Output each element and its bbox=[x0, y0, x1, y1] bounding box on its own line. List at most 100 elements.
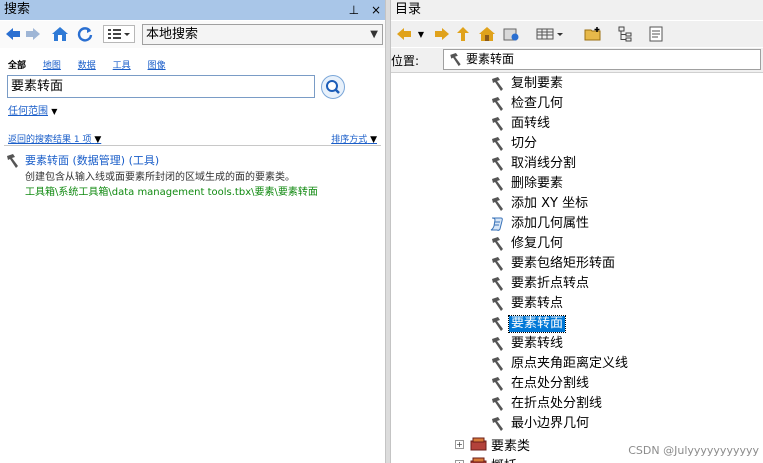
results-count-link[interactable]: 返回的搜索结果 1 项 ▼ bbox=[8, 132, 101, 145]
toolset-label: 概括 bbox=[491, 455, 517, 463]
hammer-icon bbox=[488, 416, 506, 432]
caret-down-icon: ▼ bbox=[417, 29, 425, 39]
search-scope-select[interactable]: 本地搜索 ▼ bbox=[142, 24, 383, 45]
catalog-back-button[interactable] bbox=[395, 25, 413, 43]
home-icon bbox=[479, 27, 495, 41]
tree-item-label: 检查几何 bbox=[511, 96, 564, 111]
grid-view-icon bbox=[536, 28, 563, 40]
tree-item[interactable]: 要素转面 bbox=[488, 315, 567, 333]
tree-item-label: 在点处分割线 bbox=[511, 376, 590, 391]
tree-item[interactable]: 最小边界几何 bbox=[488, 415, 591, 433]
tree-item[interactable]: 在折点处分割线 bbox=[488, 395, 604, 413]
scope-dropdown[interactable]: 任何范围 ▼ bbox=[8, 102, 57, 117]
back-button[interactable] bbox=[4, 25, 22, 43]
tree-toggle-button[interactable] bbox=[616, 25, 636, 43]
tree-item-label: 原点夹角距离定义线 bbox=[511, 356, 629, 371]
toolset-node[interactable]: + 要素类 bbox=[455, 435, 531, 454]
view-options-button[interactable] bbox=[103, 25, 135, 43]
tree-item[interactable]: 添加几何属性 bbox=[488, 215, 591, 233]
tree-item[interactable]: 原点夹角距离定义线 bbox=[488, 355, 630, 373]
tree-item[interactable]: 要素转点 bbox=[488, 295, 565, 313]
tree-item-label: 要素转线 bbox=[511, 336, 564, 351]
refresh-icon bbox=[77, 27, 93, 42]
tree-item-label: 最小边界几何 bbox=[511, 416, 590, 431]
tree-item[interactable]: 要素包络矩形转面 bbox=[488, 255, 617, 273]
toolset-label: 要素类 bbox=[491, 438, 531, 454]
tab-data[interactable]: 数据 bbox=[78, 61, 96, 71]
tab-all[interactable]: 全部 bbox=[8, 61, 26, 71]
new-folder-icon bbox=[584, 27, 601, 41]
tree-item-label: 复制要素 bbox=[511, 76, 564, 91]
expand-icon[interactable]: + bbox=[455, 459, 464, 463]
tab-images[interactable]: 图像 bbox=[148, 61, 166, 71]
arrow-right-icon bbox=[435, 28, 449, 40]
tree-item[interactable]: 要素折点转点 bbox=[488, 275, 591, 293]
watermark: CSDN @Julyyyyyyyyyyy bbox=[628, 444, 759, 457]
tree-item[interactable]: 要素转线 bbox=[488, 335, 565, 353]
search-input[interactable]: 要素转面 bbox=[7, 75, 315, 98]
location-label: 位置: bbox=[391, 54, 420, 68]
script-icon bbox=[488, 216, 506, 232]
tree-item-label: 取消线分割 bbox=[511, 156, 577, 171]
chevron-down-icon: ▼ bbox=[370, 29, 378, 40]
tree-item[interactable]: 添加 XY 坐标 bbox=[488, 195, 590, 213]
properties-button[interactable] bbox=[647, 25, 665, 43]
hammer-icon bbox=[488, 396, 506, 412]
tree-icon bbox=[618, 26, 632, 42]
location-input[interactable]: 要素转面 bbox=[443, 49, 761, 70]
result-title[interactable]: 要素转面 (数据管理) (工具) bbox=[25, 152, 159, 168]
sort-link[interactable]: 排序方式 ▼ bbox=[331, 132, 377, 145]
catalog-titlebar: 目录 bbox=[391, 0, 763, 20]
search-titlebar: 搜索 ⊥ × bbox=[0, 0, 385, 20]
refresh-button[interactable] bbox=[75, 25, 95, 43]
catalog-view-button[interactable] bbox=[534, 25, 568, 43]
hammer-icon bbox=[488, 96, 506, 112]
up-level-button[interactable] bbox=[455, 25, 473, 43]
forward-button[interactable] bbox=[24, 25, 42, 43]
catalog-forward-button[interactable] bbox=[433, 25, 451, 43]
hammer-icon bbox=[488, 176, 506, 192]
catalog-home-button[interactable] bbox=[477, 25, 497, 43]
tree-item[interactable]: 检查几何 bbox=[488, 95, 565, 113]
expand-icon[interactable]: + bbox=[455, 439, 464, 449]
toolbox-icon bbox=[470, 436, 488, 452]
search-pane: 搜索 ⊥ × 本地搜索 ▼ 全部 地图 数据 工具 图像 要素转面 任何范围 ▼… bbox=[0, 0, 385, 463]
search-pane-title: 搜索 bbox=[4, 2, 31, 17]
tree-item-label: 要素转点 bbox=[511, 296, 564, 311]
hammer-icon bbox=[488, 76, 506, 92]
home-icon bbox=[52, 27, 68, 41]
arrow-left-icon bbox=[6, 28, 20, 40]
tree-item-label: 添加 XY 坐标 bbox=[511, 196, 589, 211]
catalog-pane: 目录 ▼ 位置: 要素转面 复制要素 检查几何 面转线 切分 取消线分割 删除要… bbox=[391, 0, 763, 463]
tree-item[interactable]: 取消线分割 bbox=[488, 155, 578, 173]
hammer-icon bbox=[4, 153, 20, 172]
catalog-pane-title: 目录 bbox=[395, 2, 422, 17]
tree-item[interactable]: 删除要素 bbox=[488, 175, 565, 193]
search-button[interactable] bbox=[321, 75, 345, 99]
arrow-up-icon bbox=[457, 27, 469, 41]
toolset-node[interactable]: + 概括 bbox=[455, 455, 517, 463]
toolbox-icon bbox=[470, 456, 488, 463]
home-button[interactable] bbox=[50, 25, 70, 43]
tree-item[interactable]: 在点处分割线 bbox=[488, 375, 591, 393]
tree-item-label: 要素包络矩形转面 bbox=[511, 256, 616, 271]
hammer-icon bbox=[488, 336, 506, 352]
hammer-icon bbox=[488, 276, 506, 292]
caret-down-icon: ▼ bbox=[51, 107, 58, 116]
tab-tools[interactable]: 工具 bbox=[113, 61, 131, 71]
tree-item[interactable]: 修复几何 bbox=[488, 235, 565, 253]
hammer-icon bbox=[447, 52, 463, 73]
new-folder-button[interactable] bbox=[583, 25, 603, 43]
tree-item-label: 修复几何 bbox=[511, 236, 564, 251]
tree-item[interactable]: 切分 bbox=[488, 135, 539, 153]
tree-item[interactable]: 面转线 bbox=[488, 115, 552, 133]
tree-item[interactable]: 复制要素 bbox=[488, 75, 565, 93]
category-tabs: 全部 地图 数据 工具 图像 bbox=[8, 58, 180, 71]
catalog-tree: 复制要素检查几何面转线切分取消线分割删除要素添加 XY 坐标添加几何属性 修复几何… bbox=[391, 72, 763, 463]
connect-folder-button[interactable] bbox=[501, 25, 521, 43]
hammer-icon bbox=[488, 316, 506, 332]
close-icon[interactable]: × bbox=[371, 3, 381, 17]
catalog-back-dropdown[interactable]: ▼ bbox=[415, 25, 427, 43]
tab-maps[interactable]: 地图 bbox=[43, 61, 61, 71]
pin-icon[interactable]: ⊥ bbox=[349, 3, 359, 17]
